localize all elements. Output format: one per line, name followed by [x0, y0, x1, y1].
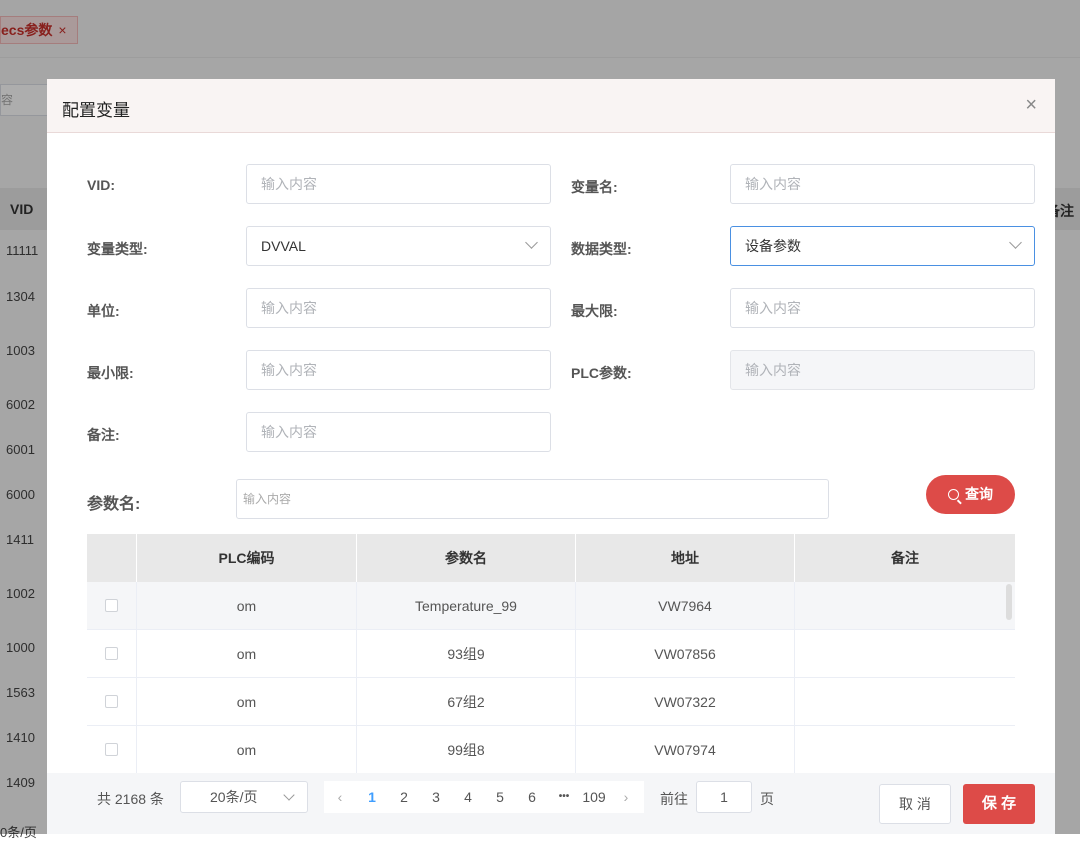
param-table: PLC编码 参数名 地址 备注 om Temperature_99 VW7964… — [87, 534, 1015, 774]
vartype-select[interactable]: DVVAL — [246, 226, 551, 266]
cell-plc-code: om — [137, 678, 357, 726]
min-label: 最小限: — [87, 365, 134, 381]
cell-address: VW07856 — [576, 630, 795, 678]
page-3[interactable]: 3 — [424, 781, 448, 813]
header-plc-code: PLC编码 — [137, 534, 357, 582]
table-row[interactable]: om 67组2 VW07322 — [87, 678, 1015, 726]
plc-input[interactable]: 输入内容 — [730, 350, 1035, 390]
remark-label: 备注: — [87, 427, 120, 443]
goto-page-input[interactable]: 1 — [696, 781, 752, 813]
save-button[interactable]: 保 存 — [963, 784, 1035, 824]
cell-remark — [795, 726, 1015, 774]
pagination-total: 共 2168 条 — [97, 791, 164, 807]
cancel-button[interactable]: 取 消 — [879, 784, 951, 824]
vid-label: VID: — [87, 177, 115, 193]
param-name-label: 参数名: — [87, 496, 141, 513]
cell-address: VW07974 — [576, 726, 795, 774]
cell-remark — [795, 678, 1015, 726]
header-select — [87, 534, 137, 582]
row-checkbox[interactable] — [105, 599, 118, 612]
vartype-label: 变量类型: — [87, 241, 148, 257]
page-5[interactable]: 5 — [488, 781, 512, 813]
cell-param-name: 99组8 — [357, 726, 576, 774]
page-last[interactable]: 109 — [578, 781, 610, 813]
row-checkbox[interactable] — [105, 695, 118, 708]
cell-param-name: 67组2 — [357, 678, 576, 726]
param-name-input[interactable]: 输入内容 — [236, 479, 829, 519]
min-input[interactable]: 输入内容 — [246, 350, 551, 390]
page-unit-label: 页 — [760, 791, 774, 807]
datatype-select[interactable]: 设备参数 — [730, 226, 1035, 266]
datatype-value: 设备参数 — [745, 238, 801, 254]
close-icon[interactable]: × — [1025, 95, 1037, 115]
datatype-label: 数据类型: — [571, 241, 632, 257]
varname-input[interactable]: 输入内容 — [730, 164, 1035, 204]
max-label: 最大限: — [571, 303, 618, 319]
config-variable-dialog: 配置变量 × VID: 输入内容 变量名: 输入内容 变量类型: DVVAL 数… — [47, 79, 1055, 834]
page-6[interactable]: 6 — [520, 781, 544, 813]
cell-plc-code: om — [137, 582, 357, 630]
header-address: 地址 — [576, 534, 795, 582]
table-scrollbar[interactable] — [1006, 584, 1012, 620]
cell-param-name: 93组9 — [357, 630, 576, 678]
vartype-value: DVVAL — [261, 238, 306, 254]
dialog-header: 配置变量 × — [47, 79, 1055, 133]
next-page-button[interactable]: › — [614, 781, 638, 813]
chevron-down-icon — [525, 236, 538, 249]
page-2[interactable]: 2 — [392, 781, 416, 813]
cell-address: VW7964 — [576, 582, 795, 630]
cell-address: VW07322 — [576, 678, 795, 726]
remark-input[interactable]: 输入内容 — [246, 412, 551, 452]
cell-param-name: Temperature_99 — [357, 582, 576, 630]
more-pages-icon[interactable]: ••• — [552, 781, 576, 813]
select-cell — [87, 630, 137, 678]
table-row[interactable]: om Temperature_99 VW7964 — [87, 582, 1015, 630]
table-header: PLC编码 参数名 地址 备注 — [87, 534, 1015, 582]
pager: ‹ 1 2 3 4 5 6 ••• 109 › — [324, 781, 644, 813]
plc-label: PLC参数: — [571, 365, 632, 381]
select-cell — [87, 582, 137, 630]
table-row[interactable]: om 93组9 VW07856 — [87, 630, 1015, 678]
select-cell — [87, 726, 137, 774]
dialog-footer: 共 2168 条 20条/页 ‹ 1 2 3 4 5 6 ••• 109 › 前… — [47, 773, 1055, 834]
row-checkbox[interactable] — [105, 743, 118, 756]
page-size-select[interactable]: 20条/页 — [180, 781, 308, 813]
cell-remark — [795, 630, 1015, 678]
header-remark: 备注 — [891, 550, 919, 566]
search-icon — [948, 489, 959, 500]
row-checkbox[interactable] — [105, 647, 118, 660]
prev-page-button[interactable]: ‹ — [328, 781, 352, 813]
header-param-name: 参数名 — [357, 534, 576, 582]
page-4[interactable]: 4 — [456, 781, 480, 813]
varname-label: 变量名: — [571, 179, 618, 195]
query-button-label: 查询 — [965, 486, 993, 502]
goto-label: 前往 — [660, 791, 688, 807]
chevron-down-icon — [1009, 236, 1022, 249]
unit-input[interactable]: 输入内容 — [246, 288, 551, 328]
max-input[interactable]: 输入内容 — [730, 288, 1035, 328]
cell-plc-code: om — [137, 726, 357, 774]
cell-plc-code: om — [137, 630, 357, 678]
dialog-title: 配置变量 — [62, 101, 130, 120]
page-1[interactable]: 1 — [360, 781, 384, 813]
chevron-down-icon — [283, 789, 295, 801]
table-row[interactable]: om 99组8 VW07974 — [87, 726, 1015, 774]
vid-input[interactable]: 输入内容 — [246, 164, 551, 204]
query-button[interactable]: 查询 — [926, 475, 1015, 514]
unit-label: 单位: — [87, 303, 120, 319]
cell-remark — [795, 582, 1015, 630]
select-cell — [87, 678, 137, 726]
page-size-value: 20条/页 — [210, 789, 258, 805]
